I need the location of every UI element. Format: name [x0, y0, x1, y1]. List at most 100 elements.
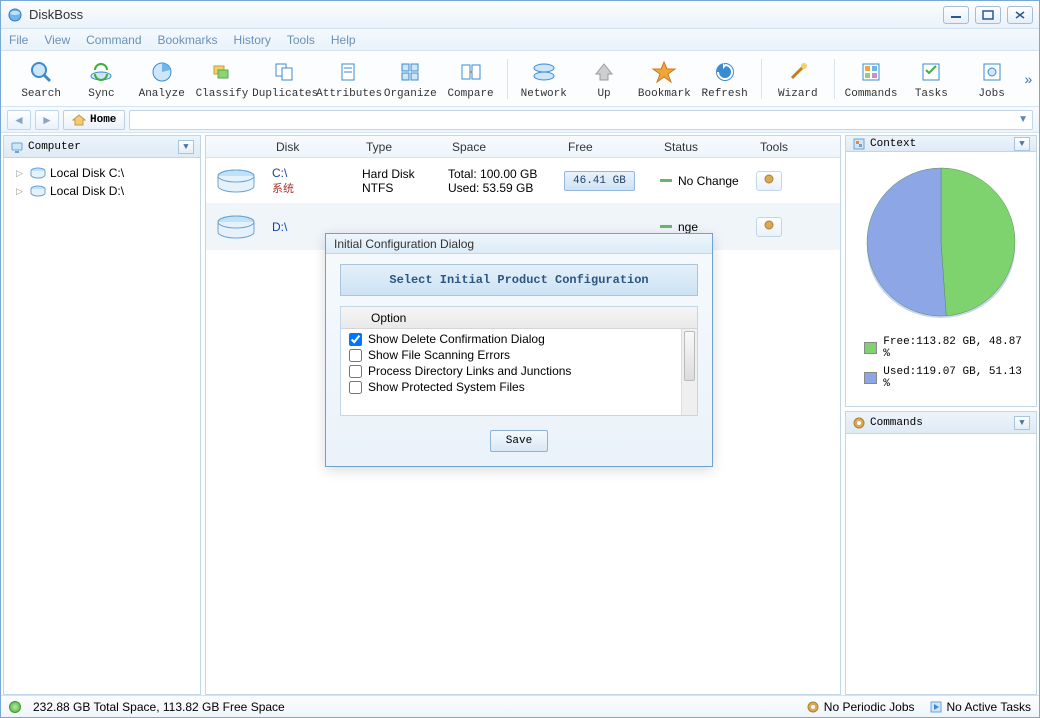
context-panel-header: Context ▼	[846, 136, 1036, 152]
computer-panel-dropdown[interactable]: ▼	[178, 140, 194, 154]
minimize-button[interactable]	[943, 6, 969, 24]
context-panel-dropdown[interactable]: ▼	[1014, 137, 1030, 151]
tags-icon	[208, 58, 236, 86]
toolbar-label: Compare	[440, 88, 500, 100]
column-header[interactable]: Tools	[760, 136, 810, 157]
toolbar-organize[interactable]: Organize	[380, 58, 440, 100]
option-item[interactable]: Process Directory Links and Junctions	[341, 363, 681, 379]
address-bar[interactable]: ▼	[129, 110, 1033, 130]
option-checkbox[interactable]	[349, 349, 362, 362]
column-header[interactable]: Type	[366, 136, 452, 157]
grid-icon	[857, 58, 885, 86]
menu-bookmarks[interactable]: Bookmarks	[158, 33, 218, 47]
disk-tool-button[interactable]	[756, 171, 782, 191]
toolbar-duplicates[interactable]: Duplicates	[252, 58, 316, 100]
menu-view[interactable]: View	[44, 33, 70, 47]
gear-icon	[806, 700, 820, 714]
gear-icon	[852, 416, 866, 430]
option-item[interactable]: Show File Scanning Errors	[341, 347, 681, 363]
toolbar-attributes[interactable]: Attributes	[316, 58, 380, 100]
option-checkbox[interactable]	[349, 381, 362, 394]
toolbar-label: Wizard	[768, 88, 828, 100]
context-panel: Context ▼ Free:113.82 GB, 48.87 %Used:11…	[845, 135, 1037, 407]
toolbar-compare[interactable]: Compare	[440, 58, 500, 100]
context-icon	[852, 137, 866, 151]
status-item-text: No Active Tasks	[947, 700, 1031, 714]
toolbar-search[interactable]: Search	[11, 58, 71, 100]
disk-name: C:\系统	[272, 166, 362, 196]
menu-command[interactable]: Command	[86, 33, 141, 47]
toolbar-commands[interactable]: Commands	[841, 58, 901, 100]
toolbar-label: Commands	[841, 88, 901, 100]
options-items: Show Delete Confirmation DialogShow File…	[341, 329, 681, 415]
menu-help[interactable]: Help	[331, 33, 356, 47]
right-sidebar: Context ▼ Free:113.82 GB, 48.87 %Used:11…	[843, 133, 1039, 697]
save-button[interactable]: Save	[490, 430, 548, 452]
toolbar-label: Search	[11, 88, 71, 100]
option-item[interactable]: Show Delete Confirmation Dialog	[341, 331, 681, 347]
home-icon	[72, 114, 86, 126]
options-scrollbar[interactable]	[681, 329, 697, 415]
column-header[interactable]: Free	[568, 136, 664, 157]
toolbar-classify[interactable]: Classify	[192, 58, 252, 100]
close-button[interactable]	[1007, 6, 1033, 24]
toolbar-jobs[interactable]: Jobs	[961, 58, 1021, 100]
legend-text: Used:119.07 GB, 51.13 %	[883, 366, 1026, 390]
disk-free: 46.41 GB	[564, 171, 660, 191]
toolbar-analyze[interactable]: Analyze	[132, 58, 192, 100]
scrollbar-thumb[interactable]	[684, 331, 695, 381]
toolbar-bookmark[interactable]: Bookmark	[634, 58, 694, 100]
toolbar-refresh[interactable]: Refresh	[694, 58, 754, 100]
sync-icon	[87, 58, 115, 86]
expand-icon[interactable]: ▷	[16, 168, 26, 179]
dialog-banner: Select Initial Product Configuration	[340, 264, 698, 296]
status-item: No Periodic Jobs	[806, 700, 915, 714]
commands-panel-dropdown[interactable]: ▼	[1014, 416, 1030, 430]
option-checkbox[interactable]	[349, 365, 362, 378]
toolbar-overflow[interactable]: »	[1022, 59, 1035, 99]
disk-icon	[214, 210, 258, 244]
status-item: No Active Tasks	[929, 700, 1031, 714]
toolbar-label: Bookmark	[634, 88, 694, 100]
app-title: DiskBoss	[29, 7, 943, 22]
tree-item[interactable]: ▷ Local Disk D:\	[8, 182, 196, 200]
option-checkbox[interactable]	[349, 333, 362, 346]
toolbar-label: Duplicates	[252, 88, 316, 100]
maximize-button[interactable]	[975, 6, 1001, 24]
context-body: Free:113.82 GB, 48.87 %Used:119.07 GB, 5…	[846, 152, 1036, 406]
disk-tool-button[interactable]	[756, 217, 782, 237]
toolbar-label: Refresh	[694, 88, 754, 100]
computer-panel: Computer ▼ ▷Local Disk C:\▷Local Disk D:…	[3, 135, 201, 695]
computer-icon	[10, 140, 24, 154]
menu-history[interactable]: History	[234, 33, 271, 47]
disk-row[interactable]: C:\系统Hard DiskNTFSTotal: 100.00 GBUsed: …	[206, 158, 840, 204]
toolbar-network[interactable]: Network	[514, 58, 574, 100]
toolbar-up[interactable]: Up	[574, 58, 634, 100]
toolbar-tasks[interactable]: Tasks	[901, 58, 961, 100]
option-item[interactable]: Show Protected System Files	[341, 379, 681, 395]
app-icon	[7, 7, 23, 23]
nav-forward-button[interactable]: ►	[35, 110, 59, 130]
disk-name: D:\	[272, 220, 362, 234]
nav-back-button[interactable]: ◄	[7, 110, 31, 130]
context-pie-chart	[861, 162, 1021, 322]
toolbar-sync[interactable]: Sync	[71, 58, 131, 100]
disk-type: Hard DiskNTFS	[362, 167, 448, 195]
commands-body	[846, 434, 1036, 694]
tree-item-label: Local Disk D:\	[50, 184, 124, 198]
compare-icon	[457, 58, 485, 86]
attr-icon	[334, 58, 362, 86]
menu-file[interactable]: File	[9, 33, 28, 47]
pie-icon	[148, 58, 176, 86]
column-header[interactable]: Status	[664, 136, 760, 157]
column-header[interactable]: Disk	[276, 136, 366, 157]
refresh-icon	[711, 58, 739, 86]
menu-tools[interactable]: Tools	[287, 33, 315, 47]
toolbar-wizard[interactable]: Wizard	[768, 58, 828, 100]
tree-item[interactable]: ▷Local Disk C:\	[8, 164, 196, 182]
nav-home-button[interactable]: Home	[63, 110, 125, 130]
dialog-title: Initial Configuration Dialog	[326, 234, 712, 254]
toolbar-label: Attributes	[316, 88, 380, 100]
column-header[interactable]: Space	[452, 136, 568, 157]
expand-icon[interactable]: ▷	[16, 186, 26, 197]
